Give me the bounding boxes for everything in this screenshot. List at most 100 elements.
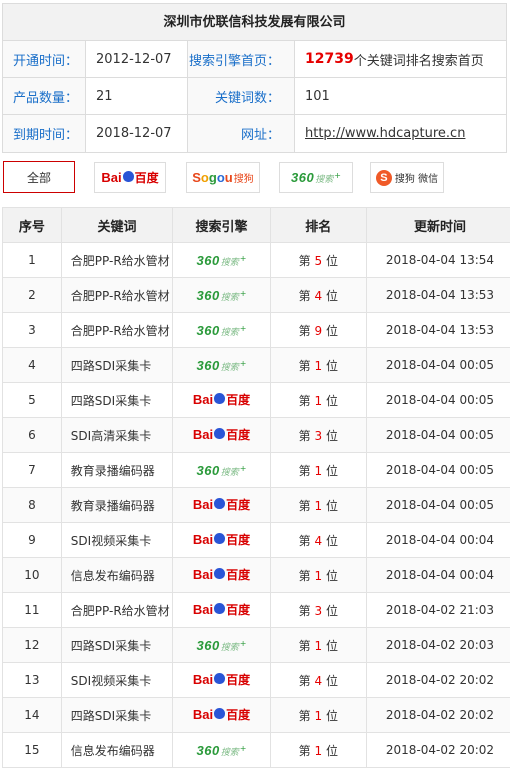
- table-row: 13 SDI视频采集卡 Bai 百度 第 4 位 2018-04-02 20:02: [2, 662, 510, 698]
- row-keyword: SDI视频采集卡: [60, 522, 174, 558]
- open-time-value: 2012-12-07: [86, 41, 188, 77]
- header-rank: 排名: [269, 207, 367, 243]
- filter-all-button[interactable]: 全部: [3, 161, 75, 193]
- filter-baidu-button[interactable]: Bai 百度: [94, 162, 166, 193]
- so360-logo-icon: 360 搜索 +: [196, 742, 247, 758]
- baidu-logo-icon: Bai 百度: [192, 567, 251, 582]
- row-engine: 360 搜索 +: [172, 242, 271, 278]
- row-engine: 360 搜索 +: [172, 452, 271, 488]
- engine-home-value: 12739 个关键词排名搜索首页: [295, 41, 506, 77]
- row-keyword: 教育录播编码器: [60, 452, 174, 488]
- header-time: 更新时间: [365, 207, 510, 243]
- website-link[interactable]: http://www.hdcapture.cn: [305, 126, 465, 141]
- rank-value: 1: [314, 358, 323, 373]
- baidu-logo-icon: Bai 百度: [101, 170, 159, 185]
- row-no: 4: [2, 347, 62, 383]
- row-rank: 第 9 位: [269, 312, 367, 348]
- row-rank: 第 1 位: [269, 452, 367, 488]
- engine-home-label: 搜索引擎首页：: [188, 41, 295, 77]
- row-rank: 第 3 位: [269, 417, 367, 453]
- rank-value: 4: [314, 673, 323, 688]
- row-no: 1: [2, 242, 62, 278]
- row-keyword: SDI高清采集卡: [60, 417, 174, 453]
- row-rank: 第 1 位: [269, 732, 367, 768]
- row-engine: 360 搜索 +: [172, 627, 271, 663]
- row-engine: 360 搜索 +: [172, 312, 271, 348]
- row-rank: 第 1 位: [269, 627, 367, 663]
- row-time: 2018-04-04 00:05: [365, 417, 510, 453]
- row-rank: 第 4 位: [269, 662, 367, 698]
- baidu-logo-icon: Bai 百度: [192, 392, 251, 407]
- row-time: 2018-04-02 21:03: [365, 592, 510, 628]
- sogou-logo-icon: So g o u 搜狗: [192, 170, 254, 185]
- row-time: 2018-04-04 13:54: [365, 242, 510, 278]
- row-keyword: 合肥PP-R给水管材: [60, 277, 174, 313]
- row-rank: 第 1 位: [269, 697, 367, 733]
- so360-logo-icon: 360 搜索 +: [196, 287, 247, 303]
- table-row: 6 SDI高清采集卡 Bai 百度 第 3 位 2018-04-04 00:05: [2, 417, 510, 453]
- row-no: 8: [2, 487, 62, 523]
- table-row: 8 教育录播编码器 Bai 百度 第 1 位 2018-04-04 00:05: [2, 487, 510, 523]
- row-rank: 第 1 位: [269, 382, 367, 418]
- row-keyword: 信息发布编码器: [60, 732, 174, 768]
- filter-sogou-button[interactable]: So g o u 搜狗: [186, 162, 260, 193]
- row-no: 9: [2, 522, 62, 558]
- baidu-logo-icon: Bai 百度: [192, 497, 251, 512]
- row-rank: 第 4 位: [269, 522, 367, 558]
- row-keyword: 合肥PP-R给水管材: [60, 242, 174, 278]
- baidu-logo-icon: Bai 百度: [192, 427, 251, 442]
- table-row: 7 教育录播编码器 360 搜索 + 第 1 位 2018-04-04 00:05: [2, 452, 510, 488]
- table-row: 4 四路SDI采集卡 360 搜索 + 第 1 位 2018-04-04 00:05: [2, 347, 510, 383]
- engine-filter-bar: 全部 Bai 百度 So g o u 搜狗 360 搜索 + S 搜狗 微信: [3, 161, 508, 193]
- table-row: 9 SDI视频采集卡 Bai 百度 第 4 位 2018-04-04 00:04: [2, 522, 510, 558]
- table-row: 14 四路SDI采集卡 Bai 百度 第 1 位 2018-04-02 20:02: [2, 697, 510, 733]
- expire-time-label: 到期时间：: [3, 115, 86, 152]
- row-time: 2018-04-02 20:02: [365, 662, 510, 698]
- row-no: 14: [2, 697, 62, 733]
- row-engine: Bai 百度: [172, 382, 271, 418]
- info-row-expire: 到期时间： 2018-12-07 网址： http://www.hdcaptur…: [3, 115, 506, 152]
- table-row: 5 四路SDI采集卡 Bai 百度 第 1 位 2018-04-04 00:05: [2, 382, 510, 418]
- company-info-table: 深圳市优联信科技发展有限公司 开通时间： 2012-12-07 搜索引擎首页： …: [2, 3, 507, 153]
- company-name: 深圳市优联信科技发展有限公司: [3, 4, 506, 41]
- row-engine: Bai 百度: [172, 557, 271, 593]
- table-row: 12 四路SDI采集卡 360 搜索 + 第 1 位 2018-04-02 20:03: [2, 627, 510, 663]
- header-keyword: 关键词: [60, 207, 174, 243]
- ranking-table: 序号 关键词 搜索引擎 排名 更新时间 1 合肥PP-R给水管材 360 搜索 + 第 5…: [2, 207, 510, 768]
- so360-logo-icon: 360 搜索 +: [196, 462, 247, 478]
- row-time: 2018-04-04 00:05: [365, 487, 510, 523]
- rank-value: 3: [314, 603, 323, 618]
- row-keyword: 教育录播编码器: [60, 487, 174, 523]
- baidu-logo-icon: Bai 百度: [192, 672, 251, 687]
- row-no: 15: [2, 732, 62, 768]
- row-keyword: 四路SDI采集卡: [60, 697, 174, 733]
- row-time: 2018-04-02 20:02: [365, 697, 510, 733]
- keyword-count-label: 关键词数：: [188, 78, 295, 114]
- baidu-logo-icon: Bai 百度: [192, 602, 251, 617]
- row-keyword: 四路SDI采集卡: [60, 347, 174, 383]
- so360-logo-icon: 360 搜索 +: [196, 322, 247, 338]
- row-no: 2: [2, 277, 62, 313]
- row-engine: 360 搜索 +: [172, 347, 271, 383]
- row-keyword: 合肥PP-R给水管材: [60, 312, 174, 348]
- row-no: 13: [2, 662, 62, 698]
- table-header-row: 序号 关键词 搜索引擎 排名 更新时间: [2, 207, 510, 243]
- row-engine: Bai 百度: [172, 662, 271, 698]
- rank-value: 4: [314, 288, 323, 303]
- row-time: 2018-04-04 00:04: [365, 522, 510, 558]
- row-time: 2018-04-04 00:05: [365, 382, 510, 418]
- table-row: 1 合肥PP-R给水管材 360 搜索 + 第 5 位 2018-04-04 13:54: [2, 242, 510, 278]
- row-no: 7: [2, 452, 62, 488]
- row-engine: 360 搜索 +: [172, 732, 271, 768]
- row-time: 2018-04-02 20:02: [365, 732, 510, 768]
- header-no: 序号: [2, 207, 62, 243]
- row-rank: 第 1 位: [269, 347, 367, 383]
- filter-sogou-wechat-button[interactable]: S 搜狗 微信: [370, 162, 444, 193]
- baidu-logo-icon: Bai 百度: [192, 532, 251, 547]
- filter-360-button[interactable]: 360 搜索 +: [279, 162, 353, 193]
- row-rank: 第 5 位: [269, 242, 367, 278]
- expire-time-value: 2018-12-07: [86, 115, 188, 152]
- row-engine: Bai 百度: [172, 522, 271, 558]
- rank-value: 5: [314, 253, 323, 268]
- rank-value: 1: [314, 498, 323, 513]
